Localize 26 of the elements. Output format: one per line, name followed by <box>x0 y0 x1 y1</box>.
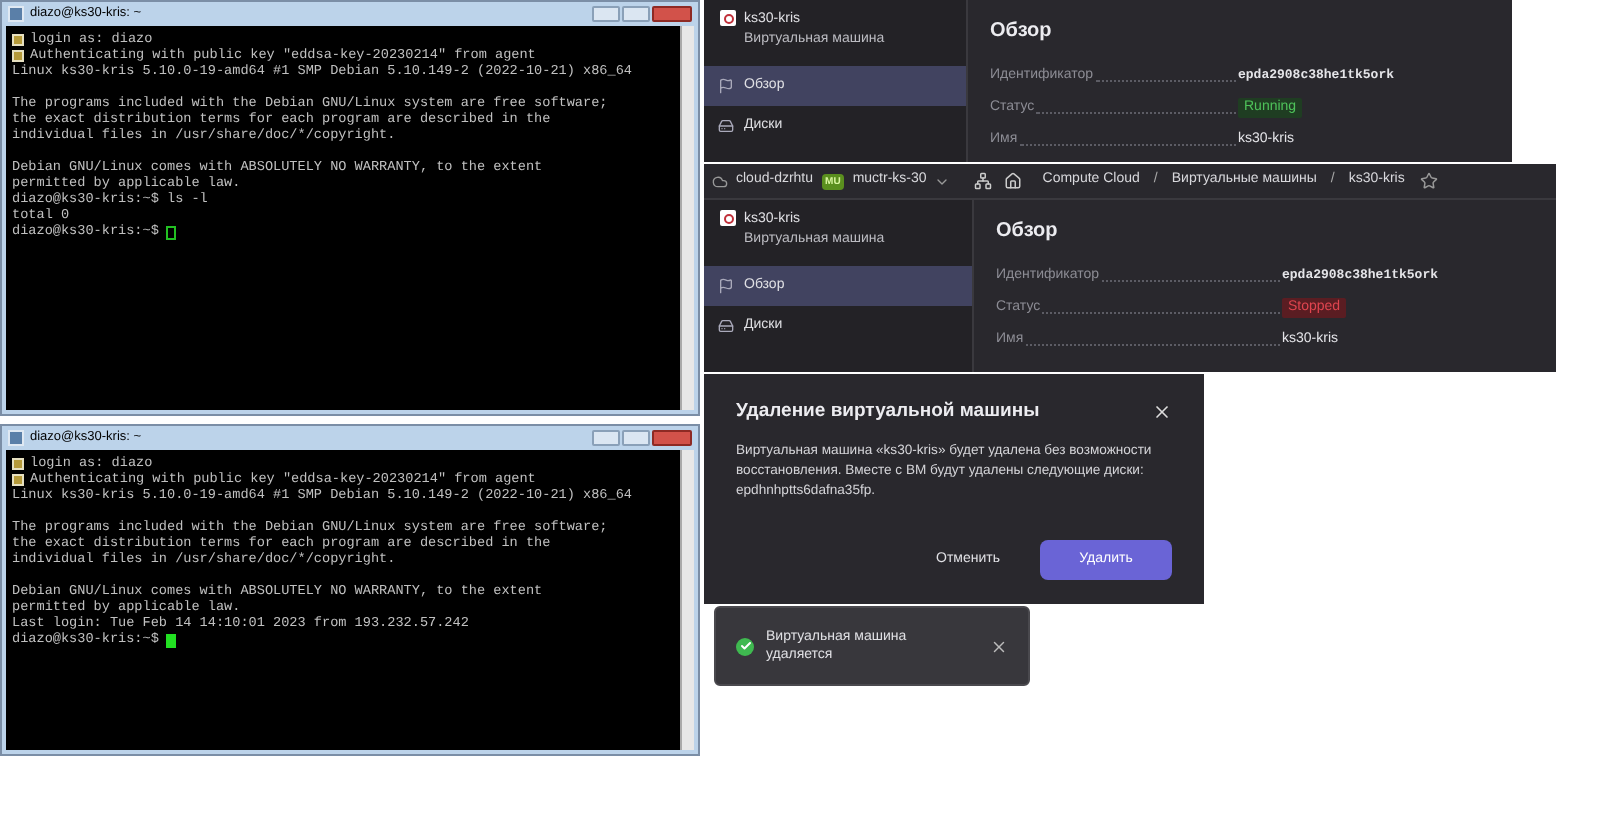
close-icon[interactable] <box>990 637 1008 655</box>
close-icon[interactable] <box>1152 402 1172 423</box>
nodes-icon[interactable] <box>974 172 993 190</box>
section-heading: Обзор <box>996 218 1060 246</box>
maximize-button[interactable] <box>622 430 650 446</box>
terminal-app-icon <box>8 430 24 446</box>
dialog-title: Удаление виртуальной машины <box>736 398 1040 426</box>
scrollbar[interactable] <box>680 450 694 750</box>
os-logo-icon <box>720 210 736 226</box>
scrollbar[interactable] <box>680 26 694 410</box>
flag-icon <box>718 278 734 294</box>
cloud-icon <box>712 173 728 189</box>
minimize-button[interactable] <box>592 430 620 446</box>
flag-icon <box>718 78 734 94</box>
os-logo-icon <box>720 10 736 26</box>
hard-drive-icon <box>718 318 734 334</box>
close-button[interactable] <box>652 6 692 22</box>
section-heading: Обзор <box>990 18 1054 46</box>
close-button[interactable] <box>652 430 692 446</box>
check-circle-icon <box>736 637 754 655</box>
star-icon[interactable] <box>1420 172 1439 190</box>
home-icon[interactable] <box>1004 172 1023 190</box>
minimize-button[interactable] <box>592 6 620 22</box>
maximize-button[interactable] <box>622 6 650 22</box>
terminal-app-icon <box>8 6 24 22</box>
hard-drive-icon <box>718 118 734 134</box>
